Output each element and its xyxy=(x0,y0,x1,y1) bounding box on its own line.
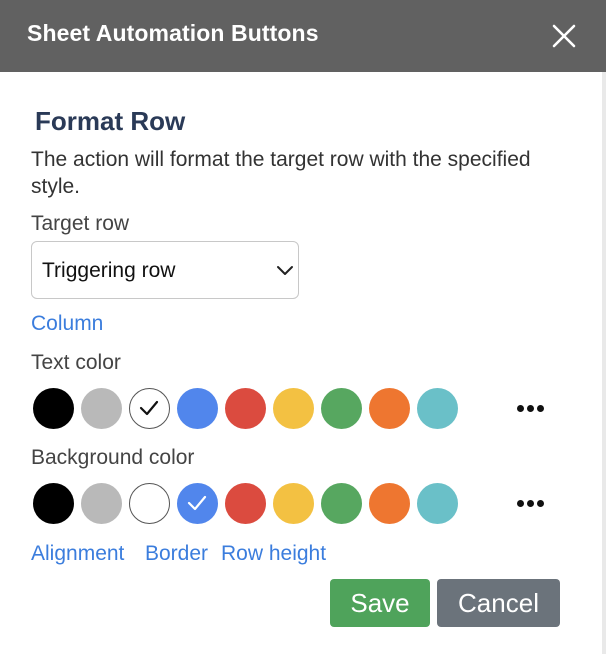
text-color-swatches xyxy=(33,388,573,430)
background-color-swatch-black[interactable] xyxy=(33,483,74,524)
text-color-swatch-blue[interactable] xyxy=(177,388,218,429)
text-color-swatch-orange[interactable] xyxy=(369,388,410,429)
background-color-swatch-teal[interactable] xyxy=(417,483,458,524)
scrollbar-track[interactable] xyxy=(602,72,606,654)
dialog-titlebar: Sheet Automation Buttons xyxy=(0,0,606,72)
background-color-swatch-blue[interactable] xyxy=(177,483,218,524)
chevron-down-icon xyxy=(277,266,293,275)
section-heading: Format Row xyxy=(35,106,186,136)
background-color-swatch-gray[interactable] xyxy=(81,483,122,524)
target-row-label: Target row xyxy=(31,212,130,235)
row-height-link[interactable]: Row height xyxy=(221,542,326,566)
column-link[interactable]: Column xyxy=(31,312,103,336)
target-row-value: Triggering row xyxy=(42,259,176,282)
text-color-label: Text color xyxy=(31,351,121,374)
background-color-swatch-orange[interactable] xyxy=(369,483,410,524)
text-color-swatch-green[interactable] xyxy=(321,388,362,429)
cancel-button[interactable]: Cancel xyxy=(437,579,560,627)
text-color-swatch-yellow[interactable] xyxy=(273,388,314,429)
checkmark-icon xyxy=(139,400,159,416)
save-button[interactable]: Save xyxy=(330,579,430,627)
target-row-select[interactable]: Triggering row xyxy=(31,241,299,299)
text-color-swatch-teal[interactable] xyxy=(417,388,458,429)
background-color-swatch-red[interactable] xyxy=(225,483,266,524)
background-color-swatch-white[interactable] xyxy=(129,483,170,524)
close-icon[interactable] xyxy=(548,20,580,52)
more-background-colors-icon[interactable] xyxy=(517,496,545,510)
alignment-link[interactable]: Alignment xyxy=(31,542,124,566)
background-color-swatch-green[interactable] xyxy=(321,483,362,524)
text-color-swatch-black[interactable] xyxy=(33,388,74,429)
background-color-swatches xyxy=(33,483,573,525)
text-color-swatch-white[interactable] xyxy=(129,388,170,429)
more-text-colors-icon[interactable] xyxy=(517,401,545,415)
text-color-swatch-gray[interactable] xyxy=(81,388,122,429)
dialog-title: Sheet Automation Buttons xyxy=(27,20,319,46)
section-description: The action will format the target row wi… xyxy=(31,148,531,198)
background-color-swatch-yellow[interactable] xyxy=(273,483,314,524)
background-color-label: Background color xyxy=(31,446,195,469)
checkmark-icon xyxy=(187,495,207,511)
text-color-swatch-red[interactable] xyxy=(225,388,266,429)
border-link[interactable]: Border xyxy=(145,542,208,566)
